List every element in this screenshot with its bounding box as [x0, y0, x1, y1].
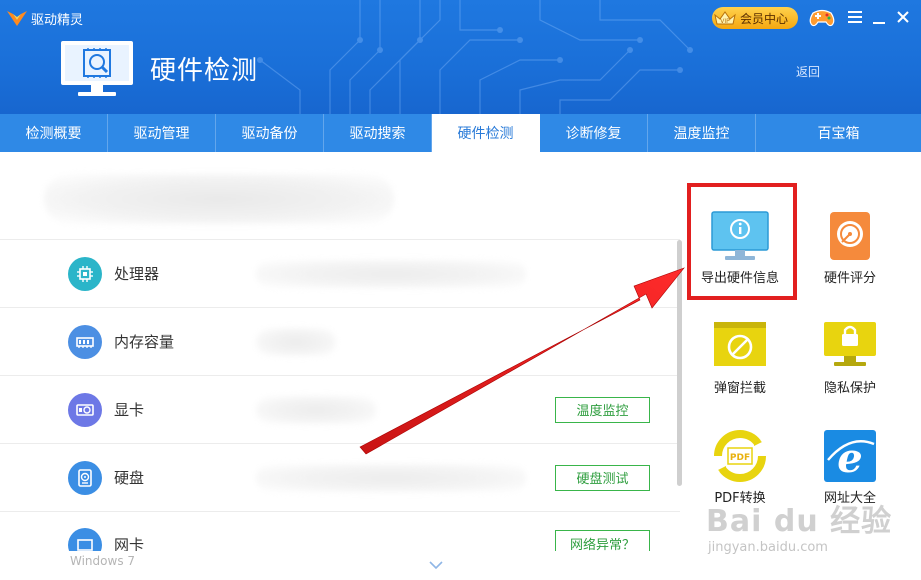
- tab-driver-management[interactable]: 驱动管理: [108, 114, 216, 152]
- tool-hardware-score[interactable]: 硬件评分: [800, 206, 900, 306]
- tab-toolbox[interactable]: 百宝箱: [756, 114, 921, 152]
- blurred-value: [256, 327, 336, 356]
- highlight-box: [687, 183, 797, 300]
- tab-hardware-detection[interactable]: 硬件检测: [432, 114, 540, 152]
- watermark-url: jingyan.baidu.com: [708, 540, 828, 555]
- memory-icon: [68, 324, 102, 359]
- tab-overview[interactable]: 检测概要: [0, 114, 108, 152]
- tool-label: 硬件评分: [823, 271, 876, 286]
- watermark-brand: Bai du 经验: [706, 504, 893, 539]
- blurred-value: [256, 395, 376, 424]
- tab-diagnose-repair[interactable]: 诊断修复: [540, 114, 648, 152]
- hardware-label: 内存容量: [114, 333, 175, 351]
- hardware-label: 网卡: [114, 536, 145, 551]
- hdd-score-icon: [830, 212, 870, 260]
- disk-test-button[interactable]: 硬盘测试: [555, 464, 650, 491]
- hardware-row-memory[interactable]: 内存容量: [0, 307, 680, 375]
- blurred-value: [256, 463, 526, 492]
- tool-label: 弹窗拦截: [713, 381, 766, 396]
- list-scrollbar[interactable]: [677, 240, 682, 486]
- hardware-label: 处理器: [114, 265, 160, 283]
- app-logo-icon: [7, 11, 27, 26]
- cpu-icon: [68, 256, 102, 291]
- chevron-down-icon[interactable]: [428, 559, 444, 571]
- back-link[interactable]: 返回: [796, 63, 820, 80]
- hardware-row-gpu[interactable]: 显卡 温度监控: [0, 375, 680, 443]
- tool-popup-blocker[interactable]: 弹窗拦截: [690, 316, 790, 416]
- tab-temperature-monitor[interactable]: 温度监控: [648, 114, 756, 152]
- pdf-convert-icon: PDF: [714, 430, 766, 482]
- tab-driver-search[interactable]: 驱动搜索: [324, 114, 432, 152]
- hardware-row-network[interactable]: 网卡 网络异常？: [0, 511, 680, 551]
- vip-center-label: 会员中心: [740, 11, 789, 26]
- tab-driver-backup[interactable]: 驱动备份: [216, 114, 324, 152]
- block-popup-icon: [714, 322, 766, 366]
- hardware-row-cpu[interactable]: 处理器: [0, 239, 680, 307]
- privacy-lock-icon: [824, 322, 876, 366]
- temperature-monitor-button[interactable]: 温度监控: [555, 396, 650, 423]
- vip-badge-text: VIP: [720, 18, 730, 25]
- close-icon[interactable]: [893, 6, 913, 28]
- vip-center-button[interactable]: VIP 会员中心: [712, 7, 798, 29]
- os-label: Windows 7: [70, 554, 136, 568]
- gpu-icon: [68, 392, 102, 427]
- blurred-value: [256, 259, 526, 288]
- gamepad-icon[interactable]: [808, 5, 836, 29]
- hardware-label: 硬盘: [114, 469, 145, 487]
- page-title: 硬件检测: [150, 56, 259, 86]
- menu-icon[interactable]: [845, 6, 865, 28]
- app-window: 驱动精灵 硬件检测 返回 VIP 会员中心 检测概要 驱动管理 驱动备份 驱动搜…: [0, 0, 921, 580]
- network-icon: [68, 528, 102, 551]
- network-issue-button[interactable]: 网络异常？: [555, 530, 650, 551]
- hardware-monitor-icon: [61, 41, 133, 96]
- tool-privacy-protect[interactable]: 隐私保护: [800, 316, 900, 416]
- hardware-row-disk[interactable]: 硬盘 硬盘测试: [0, 443, 680, 511]
- hardware-label: 显卡: [114, 401, 145, 419]
- header: 驱动精灵 硬件检测 返回 VIP 会员中心: [0, 0, 921, 114]
- ie-icon: e: [824, 430, 876, 482]
- minimize-icon[interactable]: [869, 6, 889, 28]
- blurred-summary: [44, 174, 394, 224]
- tool-label: 隐私保护: [823, 381, 876, 396]
- app-title: 驱动精灵: [31, 13, 84, 28]
- vip-crown-icon: VIP: [712, 7, 738, 29]
- hardware-list: 处理器 内存容量 显卡 温度监控 硬盘 硬盘测试 网卡 网络异常？: [0, 239, 680, 551]
- svg-text:PDF: PDF: [730, 453, 750, 463]
- main-tabs: 检测概要 驱动管理 驱动备份 驱动搜索 硬件检测 诊断修复 温度监控 百宝箱: [0, 114, 921, 152]
- disk-icon: [68, 460, 102, 495]
